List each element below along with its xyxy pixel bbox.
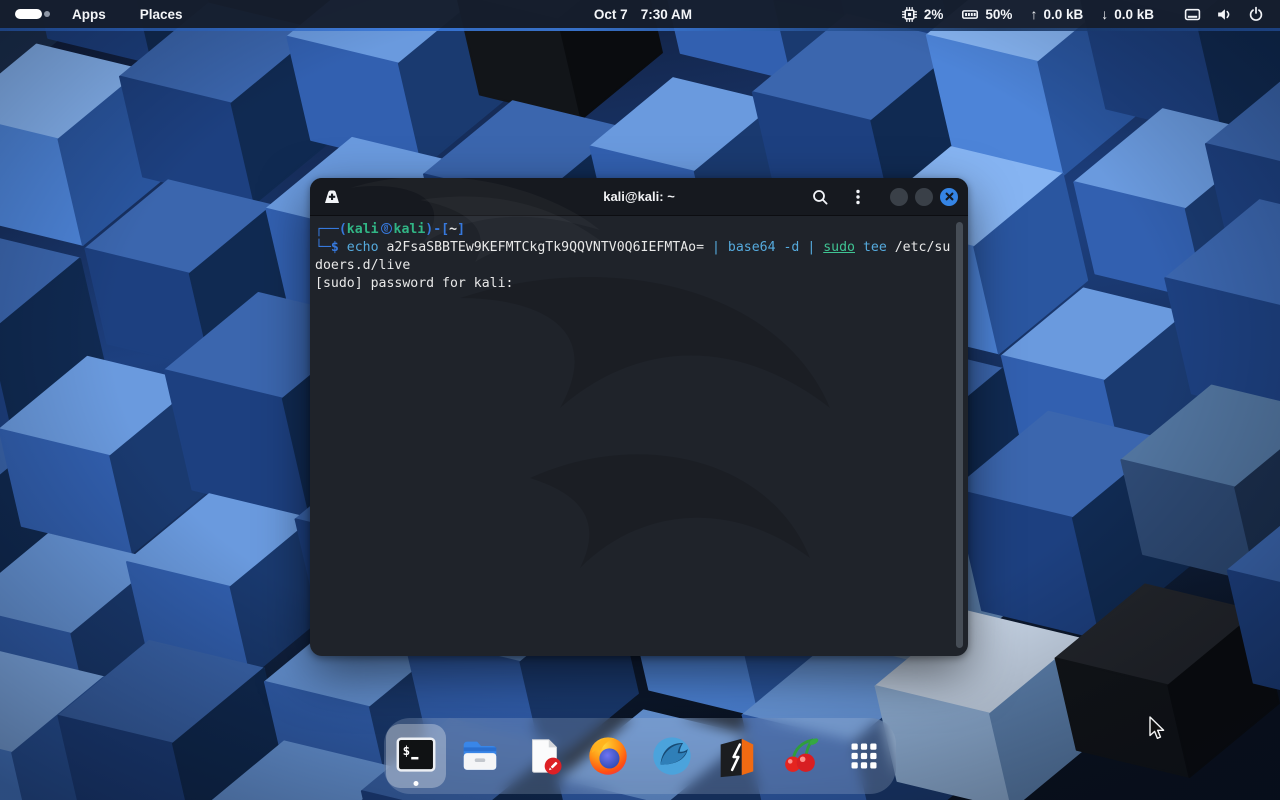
search-button[interactable] [808, 185, 832, 209]
close-button[interactable] [940, 187, 958, 206]
volume-tray-button[interactable] [1212, 2, 1236, 26]
terminal-body[interactable]: ┌──(kalikali)-[~]└─$ echo a2FsaSBBTEw9KE… [310, 216, 968, 656]
maximize-button[interactable] [915, 187, 933, 206]
dock: $ [384, 718, 896, 794]
dock-item-show-apps[interactable] [834, 724, 894, 788]
terminal-titlebar[interactable]: kali@kali: ~ [310, 178, 968, 216]
places-menu[interactable]: Places [128, 3, 195, 26]
desktop: Apps Places Oct 7 7:30 AM 2% 50% ↑ 0.0 k… [0, 0, 1280, 800]
display-icon [1184, 8, 1200, 20]
top-panel: Apps Places Oct 7 7:30 AM 2% 50% ↑ 0.0 k… [0, 0, 1280, 28]
show-apps-grid-icon [851, 743, 877, 769]
terminal-line: ┌──(kalikali)-[~] [315, 221, 954, 239]
cpu-icon [901, 6, 917, 22]
net-up-value: 0.0 kB [1043, 6, 1084, 22]
memory-indicator: 50% [961, 6, 1012, 23]
memory-icon [962, 9, 979, 19]
kali-at-glyph [380, 223, 392, 234]
apps-menu[interactable]: Apps [60, 3, 118, 26]
clock-time: 7:30 AM [640, 6, 692, 22]
clock[interactable]: Oct 7 7:30 AM [594, 0, 692, 28]
power-tray-button[interactable] [1244, 2, 1268, 26]
terminal-line: [sudo] password for kali: [315, 276, 514, 291]
workspace-dot [44, 11, 50, 17]
firefox-icon [589, 737, 627, 775]
dock-item-text-editor[interactable] [514, 724, 574, 788]
new-tab-icon [325, 190, 339, 203]
cpu-value: 2% [923, 6, 944, 22]
volume-icon [1217, 8, 1229, 20]
dock-item-burpsuite[interactable] [706, 724, 766, 788]
dock-item-cherrytree[interactable] [770, 724, 830, 788]
dock-item-firefox[interactable] [578, 724, 638, 788]
display-tray-button[interactable] [1180, 2, 1204, 26]
close-icon [945, 192, 953, 201]
svg-text:$: $ [403, 743, 411, 758]
menu-button[interactable] [846, 185, 870, 209]
upload-arrow-icon: ↑ [1030, 6, 1038, 22]
kebab-menu-icon [856, 189, 860, 204]
new-tab-button[interactable] [320, 185, 344, 209]
workspace-indicator[interactable] [15, 9, 50, 19]
terminal-content: ┌──(kalikali)-[~]└─$ echo a2FsaSBBTEw9KE… [315, 221, 954, 293]
net-down-value: 0.0 kB [1114, 6, 1154, 22]
search-icon [813, 189, 828, 205]
clock-date: Oct 7 [593, 6, 628, 22]
minimize-button[interactable] [890, 187, 908, 206]
net-up-indicator: ↑ 0.0 kB [1030, 6, 1083, 22]
terminal-scrollbar[interactable] [956, 222, 963, 648]
dock-item-wireshark[interactable] [642, 724, 702, 788]
mouse-cursor [1149, 716, 1165, 739]
dock-item-terminal[interactable]: $ [386, 724, 446, 788]
terminal-icon: $ [396, 737, 436, 772]
wireshark-icon [653, 737, 691, 775]
power-icon [1249, 6, 1263, 21]
workspace-pill [15, 9, 42, 19]
file-manager-icon [463, 741, 497, 770]
terminal-title: kali@kali: ~ [603, 189, 675, 204]
net-down-indicator: ↓ 0.0 kB [1101, 6, 1154, 22]
memory-value: 50% [985, 6, 1013, 22]
terminal-line: └─$ echo a2FsaSBBTEw9KEFMTCkgTk9QQVNTV0Q… [315, 240, 951, 255]
burpsuite-icon [720, 738, 754, 778]
dock-item-file-manager[interactable] [450, 724, 510, 788]
cpu-indicator: 2% [901, 6, 944, 23]
cherrytree-icon [785, 738, 819, 772]
terminal-window: kali@kali: ~ ┌──(kali @ kali)-[~] └─$ ec… [310, 178, 968, 656]
text-editor-icon [532, 739, 562, 775]
terminal-line: doers.d/live [315, 258, 411, 273]
download-arrow-icon: ↓ [1101, 6, 1109, 22]
